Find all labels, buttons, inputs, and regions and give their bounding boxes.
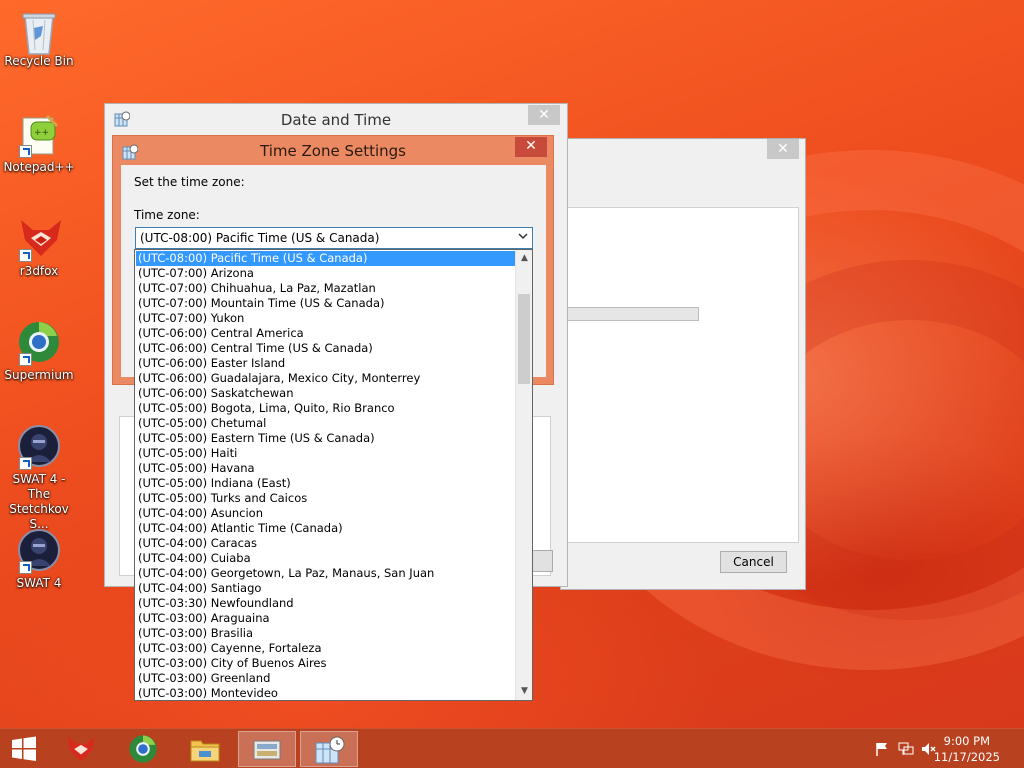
desktop-icon-swat4[interactable]: SWAT 4 [0,528,78,591]
close-icon: ✕ [538,107,550,123]
close-button[interactable]: ✕ [515,137,547,157]
date-time-title: Date and Time [280,111,392,129]
time-zone-option[interactable]: (UTC-04:00) Atlantic Time (Canada) [136,521,516,536]
close-icon: ✕ [777,141,789,157]
background-dialog-panel [567,207,799,543]
network-icon [898,742,914,755]
background-dialog: ✕ Cancel [560,138,806,590]
time-zone-option[interactable]: (UTC-03:00) City of Buenos Aires [136,656,516,671]
time-zone-option[interactable]: (UTC-03:00) Greenland [136,671,516,686]
time-zone-title: Time Zone Settings [260,142,406,160]
control-panel-icon [253,740,281,760]
desktop-icon-notepad-plus-plus[interactable]: ++ Notepad++ [0,112,78,175]
windows-logo-icon [12,736,36,761]
shortcut-arrow-icon [19,457,32,470]
taskbar: 9:00 PM 11/17/2025 [0,728,1024,768]
swat4-icon [17,528,61,574]
r3dfox-icon [67,736,95,762]
date-time-titlebar[interactable]: Date and Time ✕ [105,104,567,136]
taskbar-date-time[interactable] [300,731,358,767]
svg-text:++: ++ [34,128,49,138]
action-center-flag-icon [876,743,887,756]
desktop-icon-label: r3dfox [19,264,59,278]
time-zone-option[interactable]: (UTC-07:00) Yukon [136,311,516,326]
time-zone-option[interactable]: (UTC-03:00) Montevideo [136,686,516,700]
time-zone-option[interactable]: (UTC-04:00) Santiago [136,581,516,596]
shortcut-arrow-icon [19,561,32,574]
close-button[interactable]: ✕ [767,139,799,159]
time-zone-selected-value: (UTC-08:00) Pacific Time (US & Canada) [140,231,380,245]
notepad-plus-plus-icon: ++ [17,112,61,158]
cancel-button-label: Cancel [733,555,774,569]
time-zone-option[interactable]: (UTC-04:00) Asuncion [136,506,516,521]
scroll-down-arrow-icon[interactable]: ▼ [516,683,532,700]
close-button[interactable]: ✕ [528,105,560,125]
background-dialog-bar [567,307,699,321]
shortcut-arrow-icon [19,353,32,366]
desktop-icon-supermium[interactable]: Supermium [0,320,78,383]
scrollbar-thumb[interactable] [518,294,530,384]
time-zone-option[interactable]: (UTC-08:00) Pacific Time (US & Canada) [136,251,516,266]
desktop-icon-swat4-stetchkov[interactable]: SWAT 4 - The Stetchkov S... [0,424,78,532]
time-zone-option[interactable]: (UTC-05:00) Turks and Caicos [136,491,516,506]
time-zone-option[interactable]: (UTC-03:00) Araguaina [136,611,516,626]
taskbar-supermium[interactable] [114,731,172,767]
system-tray [870,729,940,768]
chevron-down-icon[interactable] [518,231,528,244]
desktop-icon-label: Notepad++ [3,160,75,174]
desktop-icon-label: SWAT 4 - The Stetchkov S... [9,472,69,531]
time-zone-option[interactable]: (UTC-07:00) Mountain Time (US & Canada) [136,296,516,311]
time-zone-option[interactable]: (UTC-05:00) Haiti [136,446,516,461]
instruction-text: Set the time zone: [134,175,245,189]
clock-time: 9:00 PM [943,734,991,748]
desktop-icon-label: Recycle Bin [4,54,74,68]
time-zone-combobox[interactable]: (UTC-08:00) Pacific Time (US & Canada) [135,227,533,249]
time-zone-option[interactable]: (UTC-05:00) Chetumal [136,416,516,431]
taskbar-r3dfox[interactable] [52,731,110,767]
time-zone-option[interactable]: (UTC-03:30) Newfoundland [136,596,516,611]
desktop-icon-label: SWAT 4 [16,576,62,590]
folder-icon [190,740,220,762]
dropdown-scrollbar[interactable]: ▲ ▼ [515,250,532,700]
time-zone-option[interactable]: (UTC-03:00) Brasilia [136,626,516,641]
desktop-icon-r3dfox[interactable]: r3dfox [0,216,78,279]
time-zone-option[interactable]: (UTC-05:00) Havana [136,461,516,476]
time-zone-options: (UTC-08:00) Pacific Time (US & Canada) (U… [136,251,516,700]
taskbar-clock[interactable]: 9:00 PM 11/17/2025 [934,733,1000,765]
time-zone-option[interactable]: (UTC-04:00) Georgetown, La Paz, Manaus, … [136,566,516,581]
time-zone-option[interactable]: (UTC-05:00) Bogota, Lima, Quito, Rio Bra… [136,401,516,416]
taskbar-file-explorer[interactable] [176,731,234,767]
supermium-icon [17,320,61,366]
time-zone-label: Time zone: [134,208,200,222]
desktop-icon-recycle-bin[interactable]: Recycle Bin [0,6,78,69]
time-zone-option[interactable]: (UTC-04:00) Caracas [136,536,516,551]
clock-date: 11/17/2025 [933,750,1000,764]
time-zone-option[interactable]: (UTC-03:00) Cayenne, Fortaleza [136,641,516,656]
time-zone-option[interactable]: (UTC-05:00) Indiana (East) [136,476,516,491]
scroll-up-arrow-icon[interactable]: ▲ [516,250,532,267]
shortcut-arrow-icon [19,145,32,158]
calendar-clock-icon [315,736,345,764]
time-zone-dropdown-list[interactable]: (UTC-08:00) Pacific Time (US & Canada) (U… [134,249,533,701]
close-icon: ✕ [525,138,537,154]
swat4-stetchkov-icon [17,424,61,470]
shortcut-arrow-icon [19,249,32,262]
cancel-button[interactable]: Cancel [720,551,787,573]
time-zone-option[interactable]: (UTC-04:00) Cuiaba [136,551,516,566]
recycle-bin-icon [17,6,61,55]
time-zone-option[interactable]: (UTC-06:00) Saskatchewan [136,386,516,401]
time-zone-option[interactable]: (UTC-06:00) Guadalajara, Mexico City, Mo… [136,371,516,386]
time-zone-option[interactable]: (UTC-07:00) Arizona [136,266,516,281]
r3dfox-icon [17,216,61,262]
time-zone-option[interactable]: (UTC-06:00) Central America [136,326,516,341]
time-zone-option[interactable]: (UTC-07:00) Chihuahua, La Paz, Mazatlan [136,281,516,296]
time-zone-option[interactable]: (UTC-06:00) Central Time (US & Canada) [136,341,516,356]
supermium-icon [129,735,157,763]
time-zone-option[interactable]: (UTC-06:00) Easter Island [136,356,516,371]
time-zone-option[interactable]: (UTC-05:00) Eastern Time (US & Canada) [136,431,516,446]
desktop-icon-label: Supermium [4,368,74,382]
taskbar-control-panel[interactable] [238,731,296,767]
start-button[interactable] [0,731,48,767]
